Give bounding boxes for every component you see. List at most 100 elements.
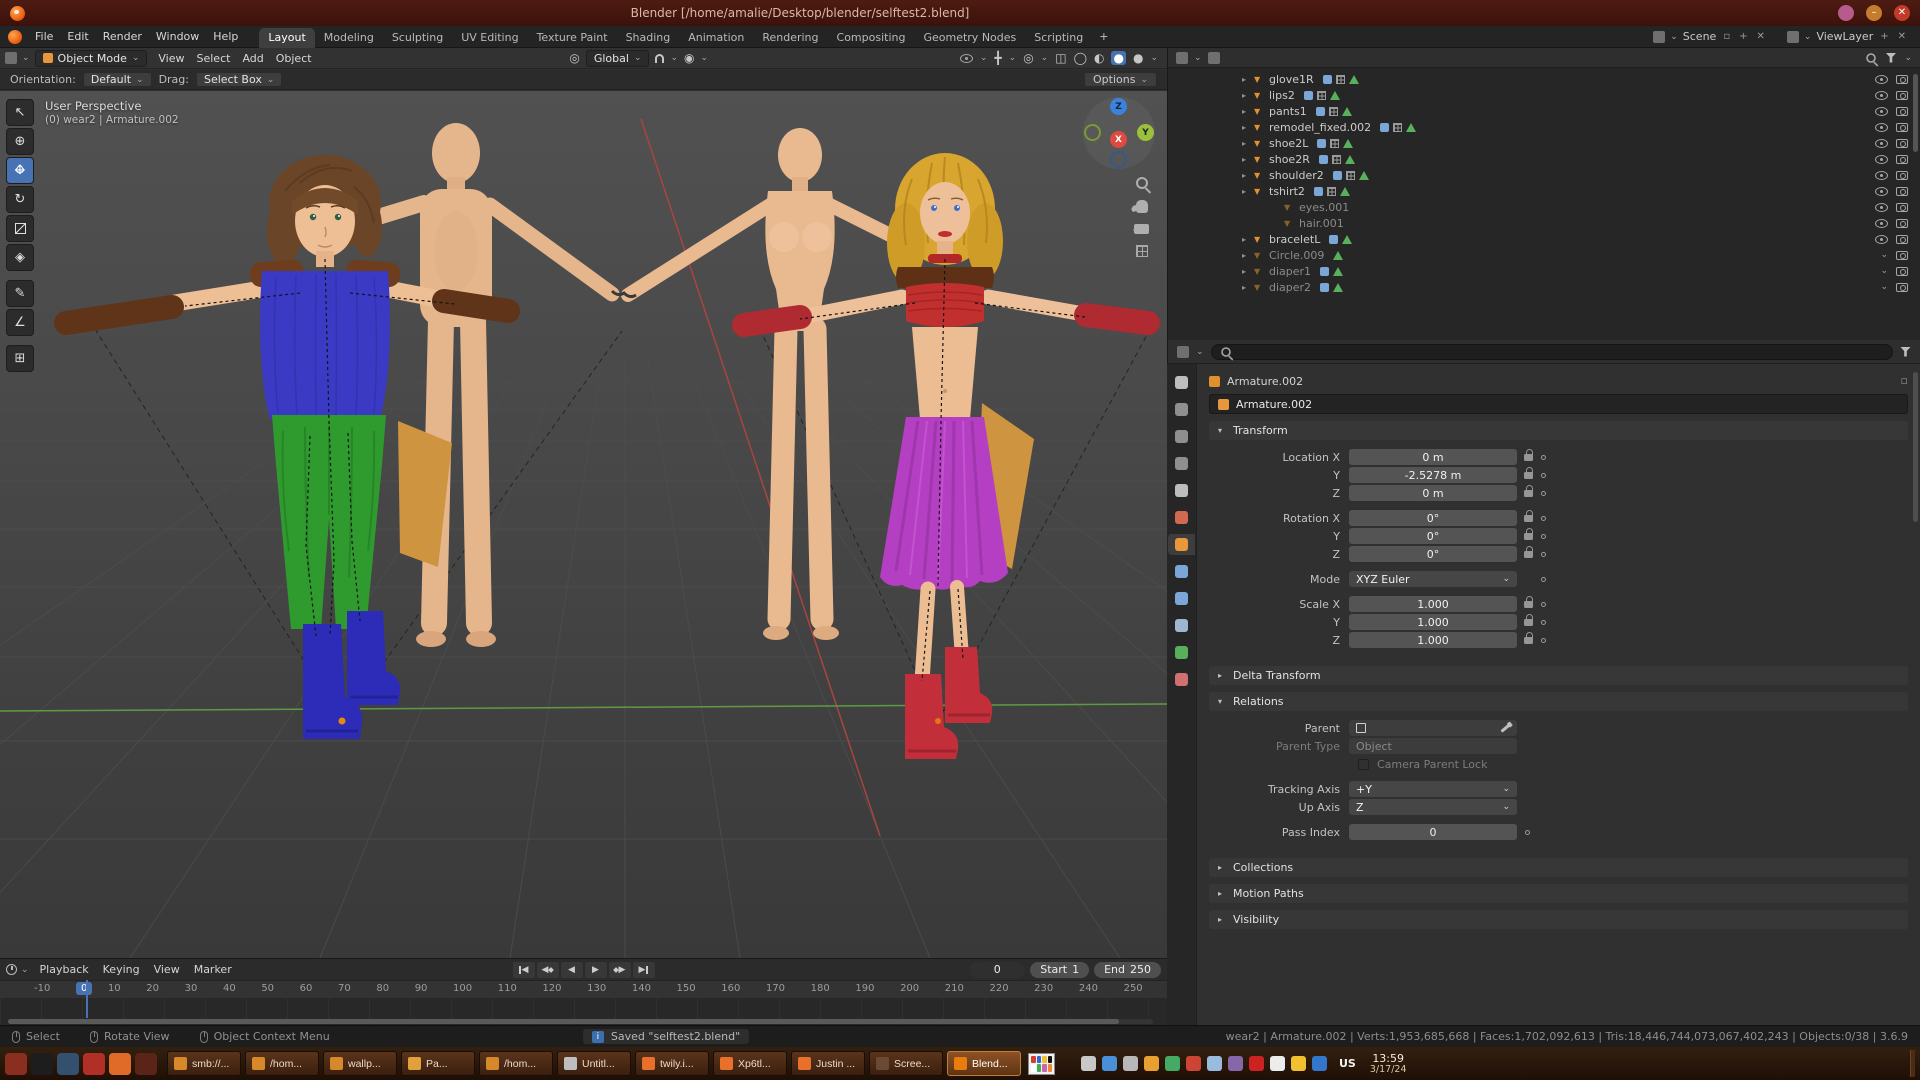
taskbar-window-button[interactable]: twily.i... bbox=[635, 1051, 709, 1076]
expand-arrow-icon[interactable]: ▸ bbox=[1242, 75, 1254, 84]
current-frame-field[interactable]: 0 bbox=[969, 962, 1025, 978]
tray-chat-icon[interactable] bbox=[1165, 1056, 1180, 1071]
properties-search-input[interactable] bbox=[1211, 344, 1893, 360]
disable-in-render-camera-icon[interactable] bbox=[1896, 251, 1908, 260]
tray-display-icon[interactable] bbox=[1270, 1056, 1285, 1071]
menu-item[interactable]: File bbox=[28, 28, 60, 45]
tray-network-icon[interactable] bbox=[1102, 1056, 1117, 1071]
toggle-xray-icon[interactable]: ◫ bbox=[1055, 52, 1066, 64]
value-field[interactable]: 1.000 ⌄ bbox=[1349, 614, 1517, 630]
workspace-tab[interactable]: Rendering bbox=[753, 28, 827, 48]
workspace-tab[interactable]: Scripting bbox=[1025, 28, 1092, 48]
gizmo-x-axis[interactable]: X bbox=[1110, 131, 1127, 148]
play-reverse-button[interactable]: ◀ bbox=[561, 962, 583, 978]
tray-cloud-icon[interactable] bbox=[1207, 1056, 1222, 1071]
workspace-tab[interactable]: Texture Paint bbox=[528, 28, 617, 48]
expand-arrow-icon[interactable]: ▸ bbox=[1242, 91, 1254, 100]
visibility-panel-header[interactable]: ▸ Visibility bbox=[1209, 910, 1908, 929]
gizmo-minus-z-axis[interactable] bbox=[1110, 151, 1127, 168]
disable-in-render-camera-icon[interactable] bbox=[1896, 91, 1908, 100]
new-scene-icon[interactable]: + bbox=[1737, 31, 1749, 42]
outliner-scrollbar[interactable] bbox=[1913, 74, 1918, 152]
tab-tool[interactable] bbox=[1168, 372, 1195, 393]
hide-in-viewport-eye-icon[interactable] bbox=[1875, 171, 1888, 180]
outliner-row[interactable]: ▸ ▼ diaper2 ⌄ bbox=[1168, 279, 1920, 295]
jump-to-end-button[interactable]: ▶ bbox=[633, 962, 655, 978]
move-tool-button[interactable]: ↔↕ bbox=[6, 157, 34, 184]
animate-decorator-dot[interactable] bbox=[1541, 516, 1546, 521]
hide-in-viewport-eye-icon[interactable] bbox=[1875, 203, 1888, 212]
outliner-editor-icon[interactable] bbox=[1176, 52, 1188, 64]
lock-icon[interactable] bbox=[1524, 489, 1533, 497]
playhead[interactable] bbox=[86, 980, 88, 1018]
hide-in-viewport-eye-icon[interactable] bbox=[1875, 235, 1888, 244]
animate-decorator-dot[interactable] bbox=[1541, 534, 1546, 539]
value-field[interactable]: 0 m ⌄ bbox=[1349, 449, 1517, 465]
workspace-tab[interactable]: Compositing bbox=[828, 28, 915, 48]
select-tool-button[interactable]: ↖ bbox=[6, 99, 34, 126]
options-dropdown[interactable]: Options ⌄ bbox=[1084, 72, 1157, 87]
material-preview-shading-icon[interactable]: ● bbox=[1111, 51, 1125, 65]
value-field[interactable]: 0° ⌄ bbox=[1349, 510, 1517, 526]
lock-icon[interactable] bbox=[1524, 453, 1533, 461]
timeline-editor-icon[interactable] bbox=[6, 964, 17, 975]
tray-clipboard-icon[interactable] bbox=[1081, 1056, 1096, 1071]
save-notification[interactable]: i Saved "selftest2.blend" bbox=[583, 1029, 749, 1044]
show-gizmo-icon[interactable]: ╋ bbox=[994, 52, 1001, 64]
expand-arrow-icon[interactable]: ▸ bbox=[1242, 123, 1254, 132]
eyedropper-icon[interactable] bbox=[1500, 724, 1509, 732]
transform-tool-button[interactable]: ◈ bbox=[6, 244, 34, 271]
properties-scrollbar[interactable] bbox=[1913, 372, 1918, 522]
pin-id-icon[interactable]: ▫ bbox=[1901, 374, 1908, 387]
editor-type-icon[interactable] bbox=[5, 52, 17, 64]
clock[interactable]: 13:59 3/17/24 bbox=[1370, 1053, 1407, 1075]
tab-constraints[interactable] bbox=[1168, 615, 1195, 636]
wireframe-shading-icon[interactable]: ◯ bbox=[1074, 52, 1087, 64]
outliner-row[interactable]: ▸ ▼ shoe2L ⌄ bbox=[1168, 135, 1920, 151]
outliner-row[interactable]: ▸ ▼ lips2 ⌄ bbox=[1168, 87, 1920, 103]
tab-view-layer[interactable] bbox=[1168, 453, 1195, 474]
tracking-axis-dropdown[interactable]: +Y ⌄ bbox=[1349, 781, 1517, 797]
show-desktop-button[interactable] bbox=[1910, 1050, 1915, 1077]
search-icon[interactable] bbox=[1867, 53, 1877, 63]
disable-in-render-camera-icon[interactable] bbox=[1896, 219, 1908, 228]
timeline-scrollbar[interactable] bbox=[8, 1019, 1153, 1024]
disable-in-render-camera-icon[interactable] bbox=[1896, 267, 1908, 276]
viewport-menu-item[interactable]: Object bbox=[270, 51, 318, 66]
disable-in-render-camera-icon[interactable] bbox=[1896, 75, 1908, 84]
pan-hand-icon[interactable] bbox=[1136, 200, 1148, 213]
mode-dropdown[interactable]: Object Mode ⌄ bbox=[35, 50, 148, 67]
hide-in-viewport-eye-icon[interactable] bbox=[1875, 219, 1888, 228]
tab-modifiers[interactable] bbox=[1168, 561, 1195, 582]
pass-index-field[interactable]: 0 bbox=[1349, 824, 1517, 840]
gizmo-y-axis[interactable]: Y bbox=[1137, 124, 1154, 141]
orientation-dropdown[interactable]: Default ⌄ bbox=[83, 72, 152, 87]
tray-mail-icon[interactable] bbox=[1186, 1056, 1201, 1071]
lock-icon[interactable] bbox=[1524, 550, 1533, 558]
relations-panel-header[interactable]: ▾ Relations bbox=[1209, 692, 1908, 711]
workspace-tab[interactable]: Sculpting bbox=[383, 28, 452, 48]
animate-decorator-dot[interactable] bbox=[1541, 455, 1546, 460]
disable-in-render-camera-icon[interactable] bbox=[1896, 235, 1908, 244]
menu-item[interactable]: Window bbox=[149, 28, 206, 45]
timeline-menu-item[interactable]: View bbox=[147, 962, 187, 977]
outliner-row[interactable]: ▸ ▼ Circle.009 ⌄ bbox=[1168, 247, 1920, 263]
system-monitor-icon[interactable] bbox=[135, 1053, 157, 1075]
toggle-perspective-grid-icon[interactable] bbox=[1136, 245, 1148, 257]
chevron-down-icon[interactable]: ⌄ bbox=[1880, 282, 1888, 292]
expand-arrow-icon[interactable]: ▸ bbox=[1242, 251, 1254, 260]
expand-arrow-icon[interactable]: ▸ bbox=[1242, 171, 1254, 180]
workspace-tab[interactable]: Geometry Nodes bbox=[914, 28, 1025, 48]
taskbar-window-button[interactable]: smb://... bbox=[167, 1051, 241, 1076]
view-navigation-gizmo[interactable]: Z Y X bbox=[1083, 97, 1155, 169]
viewport-menu-item[interactable]: View bbox=[152, 51, 190, 66]
scene-name[interactable]: Scene bbox=[1683, 30, 1717, 43]
gizmo-minus-y-axis[interactable] bbox=[1084, 124, 1101, 141]
properties-filter-icon[interactable] bbox=[1900, 347, 1911, 357]
view-layer-icon[interactable] bbox=[1787, 31, 1799, 43]
transform-panel-header[interactable]: ▾ Transform bbox=[1209, 421, 1908, 440]
hide-in-viewport-eye-icon[interactable] bbox=[1875, 187, 1888, 196]
unlink-scene-icon[interactable]: ✕ bbox=[1755, 31, 1767, 42]
workspace-tab[interactable]: UV Editing bbox=[452, 28, 527, 48]
viewport-menu-item[interactable]: Select bbox=[191, 51, 237, 66]
